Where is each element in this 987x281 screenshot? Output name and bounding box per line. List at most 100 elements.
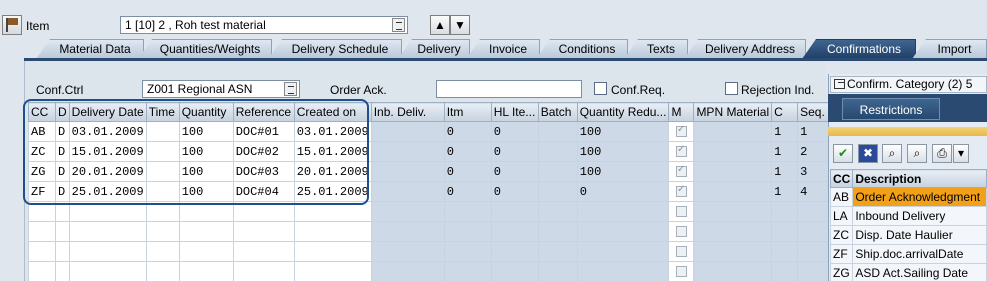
cell-mpn[interactable] (693, 181, 773, 202)
cell-m-checkbox[interactable] (668, 241, 695, 262)
next-item-button[interactable]: ▼ (450, 15, 470, 35)
cell-itm[interactable] (443, 241, 492, 262)
category-description[interactable]: Disp. Date Haulier (852, 225, 987, 245)
value-help-icon[interactable] (392, 18, 405, 32)
col-header-seq[interactable]: Seq. (797, 102, 833, 122)
cell-time[interactable] (145, 261, 180, 281)
cell-ref[interactable] (232, 241, 295, 262)
cell-m-checkbox[interactable] (668, 261, 695, 281)
cell-itm[interactable]: 0 (443, 141, 492, 162)
cell-d[interactable] (55, 201, 70, 222)
cell-date[interactable] (68, 201, 147, 222)
tab-invoice[interactable]: Invoice (466, 39, 540, 59)
cell-created[interactable] (293, 261, 372, 281)
cell-itm[interactable]: 0 (443, 121, 492, 142)
cell-d[interactable] (55, 221, 70, 242)
cell-d[interactable]: D (55, 141, 70, 162)
cell-mpn[interactable] (693, 201, 773, 222)
category-description[interactable]: Ship.doc.arrivalDate (852, 244, 987, 264)
col-header-mpn-material[interactable]: MPN Material (693, 102, 773, 122)
find-next-icon[interactable]: ⌕ (907, 144, 927, 163)
category-code[interactable]: ZC (829, 225, 854, 245)
cell-created[interactable] (293, 241, 372, 262)
row-checkbox[interactable] (675, 245, 687, 257)
col-header-m[interactable]: M (668, 102, 695, 122)
cell-ref[interactable]: DOC#04 (232, 181, 295, 202)
table-row[interactable]: ZCD15.01.2009100DOC#0215.01.20090010012 (28, 141, 833, 162)
cell-created[interactable] (293, 221, 372, 242)
tab-conditions[interactable]: Conditions (536, 39, 628, 59)
cell-seq[interactable]: 4 (797, 181, 833, 202)
cell-batch[interactable] (537, 221, 578, 242)
tab-import[interactable]: Import (912, 39, 987, 59)
col-header-d[interactable]: D (55, 102, 70, 122)
cell-time[interactable] (145, 121, 180, 142)
cell-qty[interactable] (178, 241, 234, 262)
cell-date[interactable] (68, 221, 147, 242)
cell-seq[interactable] (797, 201, 833, 222)
cell-batch[interactable] (537, 181, 578, 202)
list-header-description[interactable]: Description (852, 169, 987, 188)
cell-m-checkbox[interactable] (668, 141, 695, 162)
cell-time[interactable] (145, 141, 180, 162)
category-description[interactable]: Inbound Delivery (852, 206, 987, 226)
category-list-item[interactable]: LA Inbound Delivery (829, 206, 987, 226)
item-select-field[interactable]: 1 [10] 2 , Roh test material (120, 16, 408, 34)
row-checkbox[interactable] (675, 124, 687, 137)
cell-hl[interactable] (490, 241, 539, 262)
cell-itm[interactable]: 0 (443, 181, 492, 202)
cell-hl[interactable] (490, 221, 539, 242)
table-row[interactable] (28, 201, 833, 222)
cell-c[interactable] (771, 221, 799, 242)
category-list-item[interactable]: ZC Disp. Date Haulier (829, 225, 987, 245)
cell-qty[interactable]: 100 (178, 181, 234, 202)
cell-cc[interactable]: ZG (28, 161, 56, 182)
cell-mpn[interactable] (693, 161, 773, 182)
cell-seq[interactable]: 1 (797, 121, 833, 142)
cell-hl[interactable] (490, 201, 539, 222)
cell-ref[interactable]: DOC#03 (232, 161, 295, 182)
cell-c[interactable] (771, 201, 799, 222)
options-dropdown-icon[interactable]: ▾ (953, 144, 969, 163)
print-icon[interactable]: ⎙ (932, 144, 952, 163)
cell-created[interactable]: 20.01.2009 (293, 161, 372, 182)
col-header-cc[interactable]: CC (28, 102, 56, 122)
cell-itm[interactable]: 0 (443, 161, 492, 182)
cell-time[interactable] (145, 241, 180, 262)
cell-m-checkbox[interactable] (668, 201, 695, 222)
cell-c[interactable]: 1 (771, 121, 799, 142)
cell-d[interactable] (55, 241, 70, 262)
category-list-item[interactable]: ZF Ship.doc.arrivalDate (829, 244, 987, 264)
table-row[interactable] (28, 221, 833, 242)
close-icon[interactable]: ✖ (858, 144, 878, 163)
col-header-inb-deliv[interactable]: Inb. Deliv. (370, 102, 445, 122)
col-header-quantity[interactable]: Quantity (178, 102, 234, 122)
tab-delivery-address[interactable]: Delivery Address (684, 39, 806, 59)
cell-created[interactable]: 15.01.2009 (293, 141, 372, 162)
cell-cc[interactable] (28, 241, 56, 262)
cell-hl[interactable]: 0 (490, 181, 539, 202)
cell-qred[interactable] (576, 201, 670, 222)
cell-cc[interactable] (28, 201, 56, 222)
dropdown-icon[interactable] (284, 82, 297, 96)
cell-batch[interactable] (537, 141, 578, 162)
cell-inb[interactable] (370, 201, 445, 222)
cell-c[interactable]: 1 (771, 141, 799, 162)
cell-ref[interactable] (232, 261, 295, 281)
col-header-c[interactable]: C (771, 102, 799, 122)
cell-time[interactable] (145, 181, 180, 202)
col-header-time[interactable]: Time (145, 102, 180, 122)
cell-time[interactable] (145, 161, 180, 182)
category-code[interactable]: ZG (829, 263, 854, 281)
row-checkbox[interactable] (675, 184, 687, 197)
cell-inb[interactable] (370, 221, 445, 242)
tab-quantities-weights[interactable]: Quantities/Weights (138, 39, 272, 59)
cell-inb[interactable] (370, 261, 445, 281)
col-header-created-on[interactable]: Created on (293, 102, 372, 122)
cell-batch[interactable] (537, 121, 578, 142)
cell-qred[interactable] (576, 241, 670, 262)
cell-qred[interactable]: 100 (576, 121, 670, 142)
cell-inb[interactable] (370, 161, 445, 182)
cell-mpn[interactable] (693, 241, 773, 262)
cell-date[interactable] (68, 261, 147, 281)
